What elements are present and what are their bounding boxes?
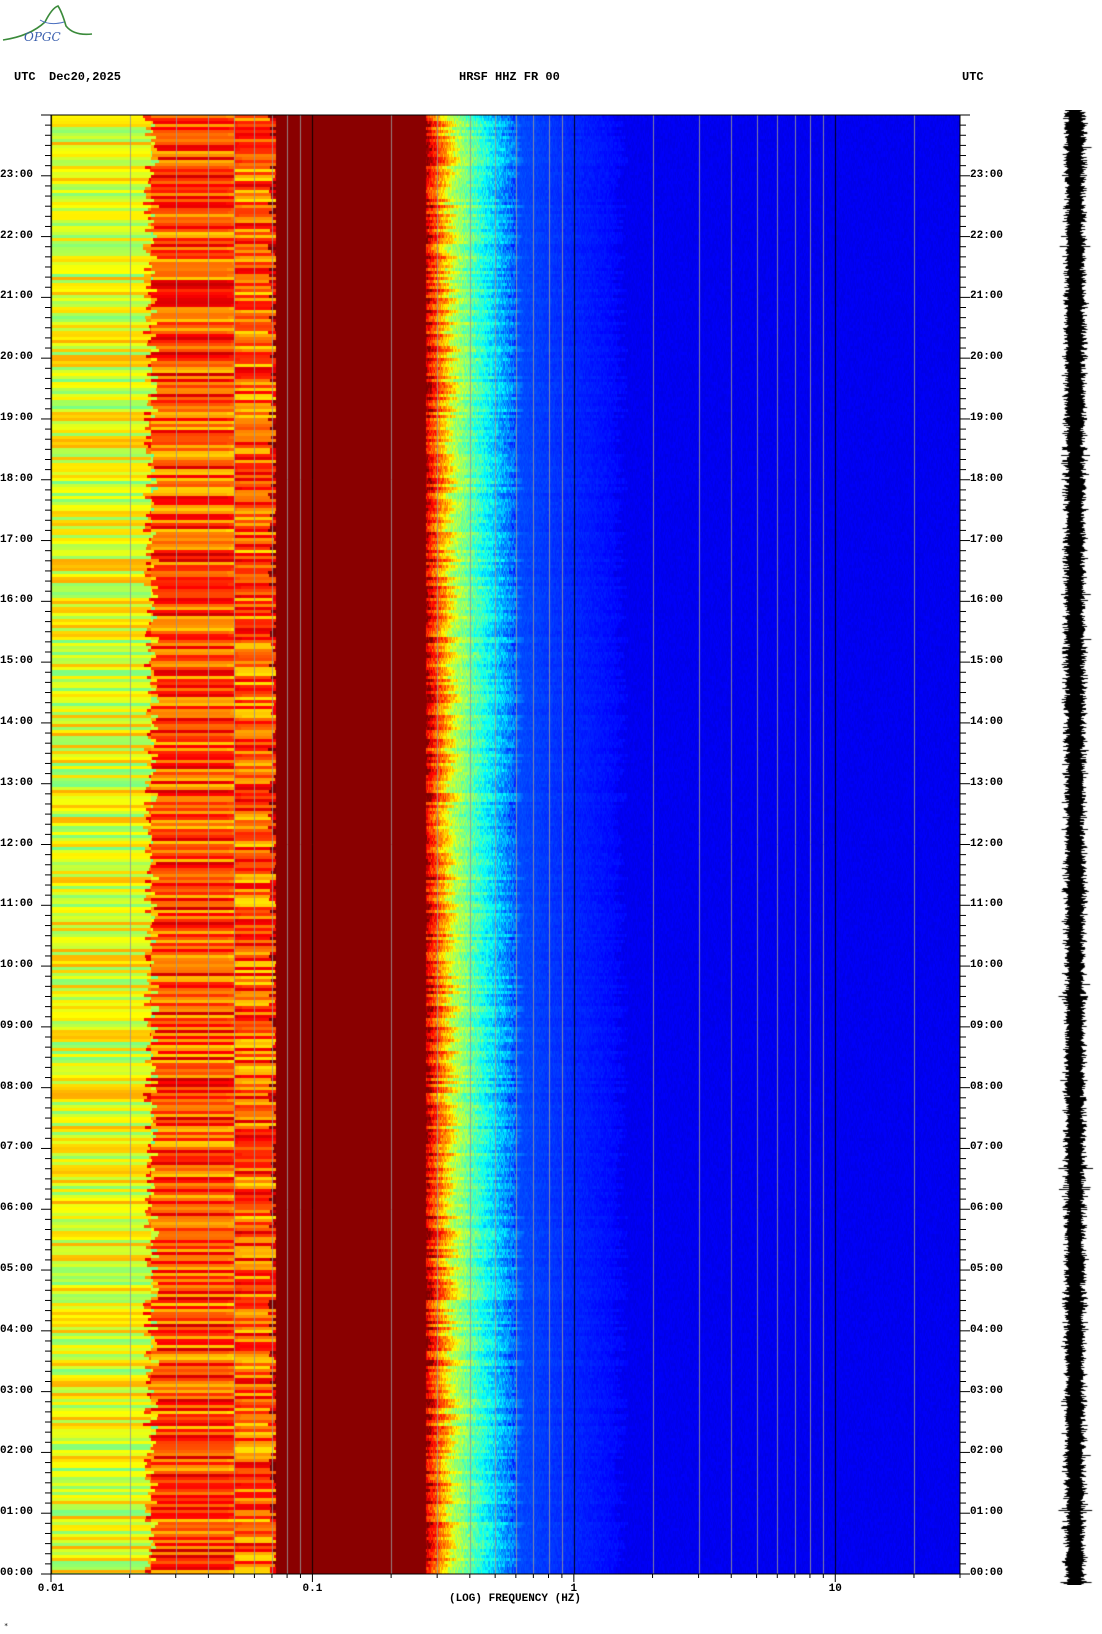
x-axis-title: (LOG) FREQUENCY (HZ) bbox=[448, 1593, 582, 1605]
y-tick-label-right: 15:00 bbox=[970, 655, 1004, 668]
y-tick-label-left: 13:00 bbox=[0, 776, 34, 789]
y-tick-label-right: 17:00 bbox=[970, 533, 1004, 546]
y-tick-label-right: 03:00 bbox=[970, 1384, 1004, 1397]
y-tick-label-left: 20:00 bbox=[0, 351, 34, 364]
spectrogram-axes bbox=[41, 114, 970, 1582]
y-tick-label-left: 09:00 bbox=[0, 1019, 34, 1032]
y-tick-label-left: 17:00 bbox=[0, 533, 34, 546]
y-tick-label-left: 05:00 bbox=[0, 1263, 34, 1276]
plot-frame bbox=[50, 114, 961, 1575]
x-tick-label: 0.1 bbox=[302, 1583, 323, 1595]
y-tick-label-right: 06:00 bbox=[970, 1202, 1004, 1215]
seismogram-trace bbox=[1055, 110, 1095, 1585]
y-tick-label-right: 09:00 bbox=[970, 1019, 1004, 1032]
y-tick-label-right: 11:00 bbox=[970, 898, 1004, 911]
y-tick-label-left: 11:00 bbox=[0, 898, 34, 911]
y-tick-label-left: 03:00 bbox=[0, 1384, 34, 1397]
y-tick-label-right: 02:00 bbox=[970, 1445, 1004, 1458]
y-tick-label-right: 07:00 bbox=[970, 1141, 1004, 1154]
y-tick-label-right: 00:00 bbox=[970, 1567, 1004, 1579]
y-tick-label-right: 04:00 bbox=[970, 1323, 1004, 1336]
y-tick-label-right: 01:00 bbox=[970, 1506, 1004, 1519]
y-tick-label-right: 12:00 bbox=[970, 837, 1004, 850]
y-tick-label-right: 14:00 bbox=[970, 715, 1004, 728]
footnote-mark: * bbox=[4, 1622, 9, 1630]
y-tick-label-left: 10:00 bbox=[0, 959, 34, 972]
y-tick-label-right: 22:00 bbox=[970, 229, 1004, 242]
y-tick-label-right: 10:00 bbox=[970, 959, 1004, 972]
y-tick-label-left: 16:00 bbox=[0, 594, 34, 607]
y-tick-label-left: 19:00 bbox=[0, 411, 34, 424]
y-tick-label-left: 04:00 bbox=[0, 1323, 34, 1336]
y-tick-label-left: 18:00 bbox=[0, 472, 34, 485]
y-tick-label-left: 23:00 bbox=[0, 168, 34, 181]
y-tick-label-left: 14:00 bbox=[0, 715, 34, 728]
y-tick-label-right: 20:00 bbox=[970, 351, 1004, 364]
y-tick-label-right: 05:00 bbox=[970, 1263, 1004, 1276]
y-tick-label-left: 01:00 bbox=[0, 1506, 34, 1519]
y-tick-label-right: 13:00 bbox=[970, 776, 1004, 789]
y-tick-label-left: 21:00 bbox=[0, 290, 34, 303]
y-tick-label-right: 18:00 bbox=[970, 472, 1004, 485]
y-tick-label-left: 22:00 bbox=[0, 229, 34, 242]
y-tick-label-right: 08:00 bbox=[970, 1080, 1004, 1093]
y-tick-label-right: 23:00 bbox=[970, 168, 1004, 181]
y-tick-label-left: 06:00 bbox=[0, 1202, 34, 1215]
y-tick-label-left: 08:00 bbox=[0, 1080, 34, 1093]
y-tick-label-right: 19:00 bbox=[970, 411, 1004, 424]
y-tick-label-left: 02:00 bbox=[0, 1445, 34, 1458]
y-tick-label-left: 00:00 bbox=[0, 1567, 34, 1579]
y-tick-label-left: 12:00 bbox=[0, 837, 34, 850]
y-tick-label-left: 07:00 bbox=[0, 1141, 34, 1154]
x-tick-label: 0.01 bbox=[37, 1583, 65, 1595]
y-tick-label-right: 21:00 bbox=[970, 290, 1004, 303]
y-tick-label-left: 15:00 bbox=[0, 655, 34, 668]
y-tick-label-right: 16:00 bbox=[970, 594, 1004, 607]
x-tick-label: 10 bbox=[828, 1583, 842, 1595]
